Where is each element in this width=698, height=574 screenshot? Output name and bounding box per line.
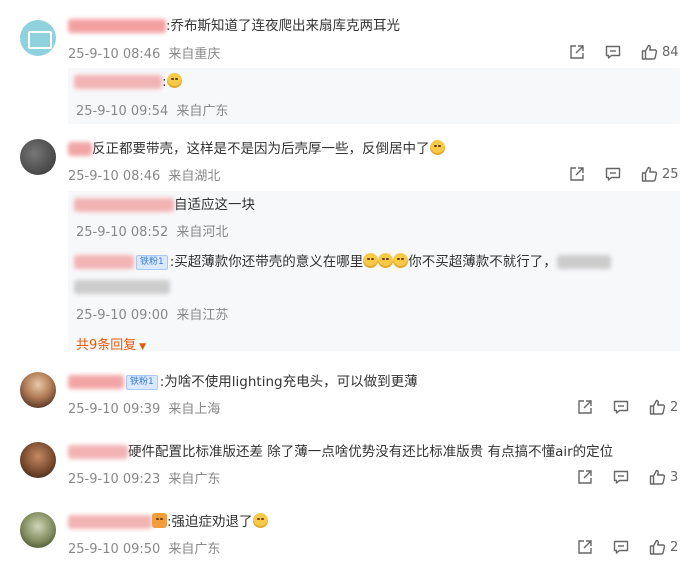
share-button[interactable] (576, 538, 594, 556)
avatar[interactable] (20, 372, 56, 408)
caret-down-icon: ▼ (136, 342, 147, 352)
avatar[interactable] (20, 442, 56, 478)
reply-text: 你不买超薄款不就行了， (408, 254, 557, 270)
like-icon (648, 538, 666, 556)
username[interactable] (68, 142, 92, 156)
comment-item: 反正都要带壳，这样是不是因为后壳厚一些，反倒居中了 25-9-10 08:46 来… (0, 133, 698, 358)
comment-text: :强迫症劝退了 (167, 514, 253, 530)
comment-item: 铁粉1:为啥不使用lighting充电头，可以做到更薄 25-9-10 09:3… (0, 366, 698, 428)
like-icon (648, 468, 666, 486)
comment-icon (604, 165, 622, 183)
location: 来自广东 (168, 472, 221, 487)
username[interactable] (68, 375, 124, 389)
laugh-emoji-icon (378, 253, 394, 268)
like-icon (640, 165, 658, 183)
location: 来自广东 (176, 104, 229, 119)
reply-username[interactable] (74, 75, 162, 89)
location: 来自广东 (168, 542, 221, 557)
comment-item: 硬件配置比标准版还差 除了薄一点啥优势没有还比标准版贵 有点搞不懂air的定位 … (0, 436, 698, 498)
comment-button[interactable] (604, 165, 622, 183)
location: 来自重庆 (168, 47, 221, 62)
timestamp: 25-9-10 08:52 (76, 225, 169, 240)
mention[interactable] (556, 255, 611, 269)
timestamp: 25-9-10 09:39 (68, 402, 161, 417)
username[interactable] (68, 445, 128, 459)
reply-list: : 25-9-10 09:54 来自广东 (68, 68, 680, 124)
reply-text: : (162, 74, 167, 90)
comment-button[interactable] (612, 538, 630, 556)
comment-text: 反正都要带壳，这样是不是因为后壳厚一些，反倒居中了 (92, 141, 430, 157)
like-icon (648, 398, 666, 416)
laugh-emoji-icon (363, 253, 379, 268)
laugh-emoji-icon (393, 253, 409, 268)
reply-username[interactable] (74, 198, 174, 212)
like-button[interactable]: 25 (640, 165, 679, 183)
timestamp: 25-9-10 08:46 (68, 169, 161, 184)
share-button[interactable] (568, 43, 586, 61)
location: 来自湖北 (168, 169, 221, 184)
mention[interactable] (74, 280, 170, 294)
timestamp: 25-9-10 09:23 (68, 472, 161, 487)
comment-button[interactable] (604, 43, 622, 61)
location: 来自上海 (168, 402, 221, 417)
username[interactable] (68, 19, 166, 33)
reply-username[interactable] (74, 255, 134, 269)
reply-text: :买超薄款你还带壳的意义在哪里 (169, 254, 364, 270)
like-button[interactable]: 2 (648, 538, 678, 556)
share-icon (576, 398, 594, 416)
like-count: 25 (662, 166, 679, 182)
fan-badge: 铁粉1 (136, 254, 168, 270)
laugh-emoji-icon (252, 513, 268, 528)
timestamp: 25-9-10 09:54 (76, 104, 169, 119)
share-icon (576, 468, 594, 486)
avatar[interactable] (20, 20, 56, 56)
comment-text: :乔布斯知道了连夜爬出来扇库克两耳光 (166, 18, 401, 34)
share-icon (576, 538, 594, 556)
laugh-emoji-icon (166, 73, 182, 88)
timestamp: 25-9-10 09:50 (68, 542, 161, 557)
like-count: 2 (670, 399, 679, 415)
comment-icon (612, 398, 630, 416)
reply-list: 自适应这一块 25-9-10 08:52 来自河北 铁粉1:买超薄款你还带壳的意义… (68, 191, 680, 353)
like-button[interactable]: 2 (648, 398, 678, 416)
timestamp: 25-9-10 09:00 (76, 308, 169, 323)
comment-icon (612, 538, 630, 556)
like-count: 2 (670, 539, 679, 555)
share-button[interactable] (568, 165, 586, 183)
reply-text: 自适应这一块 (174, 197, 255, 213)
location: 来自江苏 (176, 308, 229, 323)
avatar[interactable] (20, 139, 56, 175)
username[interactable] (68, 515, 152, 529)
comment-button[interactable] (612, 398, 630, 416)
more-replies-link[interactable]: 共9条回复 ▼ (76, 334, 146, 353)
like-count: 84 (662, 44, 679, 60)
comment-icon (612, 468, 630, 486)
more-replies-label: 共9条回复 (76, 338, 137, 353)
crown-badge-icon (152, 513, 167, 528)
avatar[interactable] (20, 512, 56, 548)
comment-item: :强迫症劝退了 25-9-10 09:50 来自广东 2 (0, 506, 698, 568)
share-icon (568, 165, 586, 183)
comment-text: :为啥不使用lighting充电头，可以做到更薄 (159, 374, 418, 390)
comment-button[interactable] (612, 468, 630, 486)
share-icon (568, 43, 586, 61)
share-button[interactable] (576, 468, 594, 486)
share-button[interactable] (576, 398, 594, 416)
like-icon (640, 43, 658, 61)
timestamp: 25-9-10 08:46 (68, 47, 161, 62)
like-button[interactable]: 3 (648, 468, 678, 486)
smirk-emoji-icon (429, 140, 445, 155)
like-button[interactable]: 84 (640, 43, 679, 61)
like-count: 3 (670, 469, 679, 485)
comment-text: 硬件配置比标准版还差 除了薄一点啥优势没有还比标准版贵 有点搞不懂air的定位 (128, 444, 614, 460)
comment-icon (604, 43, 622, 61)
fan-badge: 铁粉1 (126, 374, 158, 390)
comment-item: :乔布斯知道了连夜爬出来扇库克两耳光 25-9-10 08:46 来自重庆 84 … (0, 10, 698, 125)
location: 来自河北 (176, 225, 229, 240)
